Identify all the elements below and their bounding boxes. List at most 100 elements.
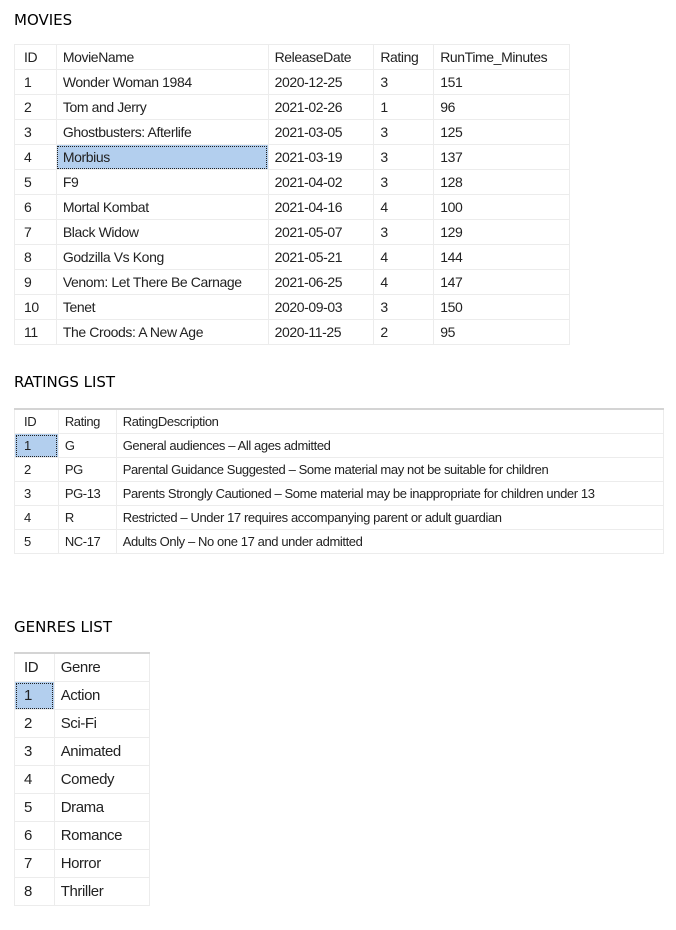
movies-header-row: ID MovieName ReleaseDate Rating RunTime_Minu…	[14, 44, 570, 70]
ratings-column-header-id[interactable]: ID	[14, 408, 59, 434]
movies-cell-runtime-minutes[interactable]: 144	[433, 244, 570, 270]
movies-cell-moviename[interactable]: The Croods: A New Age	[55, 319, 269, 345]
ratings-column-header-rating[interactable]: Rating	[57, 408, 117, 434]
genres-cell-genre[interactable]: Action	[53, 681, 151, 710]
movies-cell-rating[interactable]: 2	[373, 319, 435, 345]
movies-cell-id[interactable]: 3	[14, 119, 57, 145]
ratings-cell-ratingdescription[interactable]: Adults Only – No one 17 and under admitt…	[115, 529, 665, 554]
movies-cell-moviename[interactable]: Wonder Woman 1984	[55, 69, 269, 95]
movies-column-header-id[interactable]: ID	[14, 44, 57, 70]
movies-cell-releasedate[interactable]: 2021-03-05	[267, 119, 375, 145]
ratings-cell-ratingdescription[interactable]: General audiences – All ages admitted	[115, 433, 665, 458]
genres-cell-genre[interactable]: Comedy	[53, 765, 151, 794]
movies-cell-rating[interactable]: 4	[373, 269, 435, 295]
genres-column-header-id[interactable]: ID	[14, 652, 55, 682]
movies-cell-releasedate[interactable]: 2021-03-19	[267, 144, 375, 170]
movies-cell-runtime-minutes[interactable]: 96	[433, 94, 570, 120]
ratings-cell-id[interactable]: 1	[14, 433, 59, 458]
movies-cell-moviename[interactable]: Venom: Let There Be Carnage	[55, 269, 269, 295]
movies-cell-runtime-minutes[interactable]: 150	[433, 294, 570, 320]
genres-cell-genre[interactable]: Animated	[53, 737, 151, 766]
genres-column-header-genre[interactable]: Genre	[53, 652, 151, 682]
movies-cell-id[interactable]: 6	[14, 194, 57, 220]
movies-cell-runtime-minutes[interactable]: 137	[433, 144, 570, 170]
ratings-cell-id[interactable]: 4	[14, 505, 59, 530]
ratings-cell-ratingdescription[interactable]: Parental Guidance Suggested – Some mater…	[115, 457, 665, 482]
ratings-cell-id[interactable]: 3	[14, 481, 59, 506]
movies-cell-releasedate[interactable]: 2021-05-07	[267, 219, 375, 245]
genres-cell-id[interactable]: 8	[14, 877, 55, 906]
movies-cell-releasedate[interactable]: 2021-02-26	[267, 94, 375, 120]
genres-cell-id[interactable]: 7	[14, 849, 55, 878]
genres-cell-genre[interactable]: Romance	[53, 821, 151, 850]
movies-column-header-releasedate[interactable]: ReleaseDate	[267, 44, 375, 70]
movies-cell-moviename[interactable]: Tom and Jerry	[55, 94, 269, 120]
movies-cell-releasedate[interactable]: 2020-11-25	[267, 319, 375, 345]
movies-cell-releasedate[interactable]: 2020-12-25	[267, 69, 375, 95]
genres-cell-id[interactable]: 3	[14, 737, 55, 766]
ratings-cell-rating[interactable]: PG-13	[57, 481, 117, 506]
movies-cell-rating[interactable]: 3	[373, 219, 435, 245]
movies-cell-id[interactable]: 9	[14, 269, 57, 295]
movies-cell-releasedate[interactable]: 2021-04-02	[267, 169, 375, 195]
movies-section-title: MOVIES	[14, 11, 73, 29]
movies-cell-runtime-minutes[interactable]: 151	[433, 69, 570, 95]
movies-cell-moviename[interactable]: Tenet	[55, 294, 269, 320]
genres-row: 6 Romance	[14, 821, 151, 850]
genres-cell-id[interactable]: 2	[14, 709, 55, 738]
movies-cell-id[interactable]: 1	[14, 69, 57, 95]
ratings-cell-rating[interactable]: PG	[57, 457, 117, 482]
movies-cell-rating[interactable]: 3	[373, 144, 435, 170]
genres-cell-id[interactable]: 4	[14, 765, 55, 794]
genres-cell-id[interactable]: 6	[14, 821, 55, 850]
movies-cell-id[interactable]: 10	[14, 294, 57, 320]
movies-cell-rating[interactable]: 1	[373, 94, 435, 120]
genres-cell-id[interactable]: 1	[14, 681, 55, 710]
movies-cell-id[interactable]: 2	[14, 94, 57, 120]
movies-cell-moviename[interactable]: Black Widow	[55, 219, 269, 245]
ratings-column-header-ratingdescription[interactable]: RatingDescription	[115, 408, 665, 434]
movies-cell-moviename[interactable]: Godzilla Vs Kong	[55, 244, 269, 270]
movies-cell-rating[interactable]: 3	[373, 169, 435, 195]
movies-cell-id[interactable]: 8	[14, 244, 57, 270]
movies-cell-runtime-minutes[interactable]: 129	[433, 219, 570, 245]
movies-cell-runtime-minutes[interactable]: 95	[433, 319, 570, 345]
genres-cell-genre[interactable]: Horror	[53, 849, 151, 878]
genres-cell-id[interactable]: 5	[14, 793, 55, 822]
movies-cell-runtime-minutes[interactable]: 100	[433, 194, 570, 220]
movies-column-header-rating[interactable]: Rating	[373, 44, 435, 70]
movies-cell-moviename[interactable]: Morbius	[55, 144, 269, 170]
movies-cell-runtime-minutes[interactable]: 147	[433, 269, 570, 295]
ratings-cell-rating[interactable]: NC-17	[57, 529, 117, 554]
movies-cell-runtime-minutes[interactable]: 128	[433, 169, 570, 195]
ratings-cell-id[interactable]: 2	[14, 457, 59, 482]
movies-cell-releasedate[interactable]: 2021-04-16	[267, 194, 375, 220]
genres-cell-genre[interactable]: Sci-Fi	[53, 709, 151, 738]
movies-cell-rating[interactable]: 4	[373, 194, 435, 220]
genres-cell-genre[interactable]: Drama	[53, 793, 151, 822]
movies-cell-rating[interactable]: 3	[373, 69, 435, 95]
ratings-cell-rating[interactable]: R	[57, 505, 117, 530]
movies-cell-id[interactable]: 7	[14, 219, 57, 245]
movies-cell-moviename[interactable]: Mortal Kombat	[55, 194, 269, 220]
movies-cell-id[interactable]: 11	[14, 319, 57, 345]
ratings-cell-ratingdescription[interactable]: Restricted – Under 17 requires accompany…	[115, 505, 665, 530]
ratings-cell-id[interactable]: 5	[14, 529, 59, 554]
movies-cell-runtime-minutes[interactable]: 125	[433, 119, 570, 145]
movies-row: 6 Mortal Kombat 2021-04-16 4 100	[14, 194, 570, 220]
movies-cell-moviename[interactable]: Ghostbusters: Afterlife	[55, 119, 269, 145]
movies-cell-rating[interactable]: 3	[373, 119, 435, 145]
movies-cell-releasedate[interactable]: 2021-05-21	[267, 244, 375, 270]
movies-cell-rating[interactable]: 4	[373, 244, 435, 270]
movies-cell-moviename[interactable]: F9	[55, 169, 269, 195]
ratings-cell-ratingdescription[interactable]: Parents Strongly Cautioned – Some materi…	[115, 481, 665, 506]
movies-cell-releasedate[interactable]: 2020-09-03	[267, 294, 375, 320]
movies-cell-id[interactable]: 4	[14, 144, 57, 170]
movies-cell-rating[interactable]: 3	[373, 294, 435, 320]
movies-column-header-moviename[interactable]: MovieName	[55, 44, 269, 70]
movies-column-header-runtime-minutes[interactable]: RunTime_Minutes	[433, 44, 570, 70]
genres-cell-genre[interactable]: Thriller	[53, 877, 151, 906]
movies-cell-releasedate[interactable]: 2021-06-25	[267, 269, 375, 295]
ratings-cell-rating[interactable]: G	[57, 433, 117, 458]
movies-cell-id[interactable]: 5	[14, 169, 57, 195]
